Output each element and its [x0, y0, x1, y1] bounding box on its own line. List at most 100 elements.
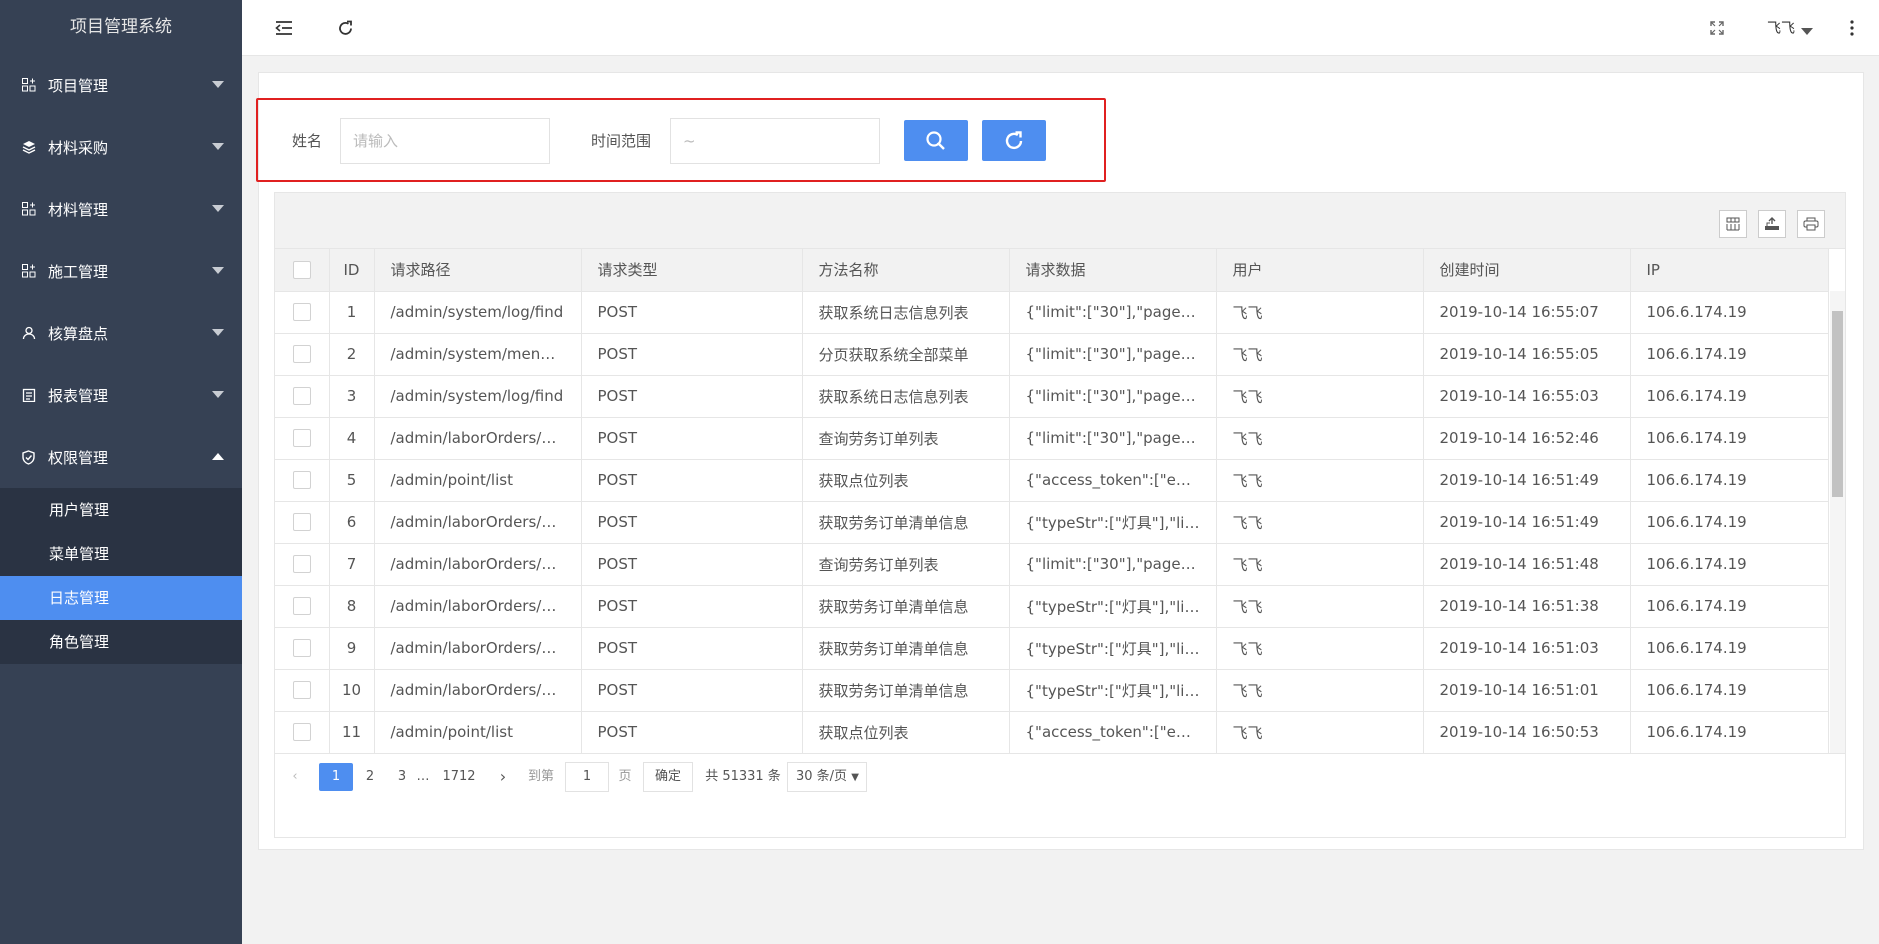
table-cell: 飞飞: [1216, 459, 1424, 502]
table-row[interactable]: 9/admin/laborOrders/fin… POST 获取劳务订单清单信息 {"…: [275, 627, 1829, 670]
menu-material-management[interactable]: 材料管理: [0, 178, 242, 240]
table-cell: 飞飞: [1216, 333, 1424, 376]
table-cell: {"limit":["30"],"page":["1"]}: [1009, 333, 1217, 376]
vertical-scrollbar[interactable]: [1830, 291, 1845, 753]
table-cell: 查询劳务订单列表: [802, 543, 1010, 586]
sidebar-item-menu-management[interactable]: 菜单管理: [0, 532, 242, 576]
row-checkbox[interactable]: [292, 681, 311, 700]
goto-label: 到第: [527, 769, 554, 784]
table-cell: /admin/laborOrders/fin…: [374, 585, 582, 628]
table-row[interactable]: 2/admin/system/menu/g… POST 分页获取系统全部菜单 {"li…: [275, 333, 1829, 376]
table-cell: 2019-10-14 16:51:01: [1423, 669, 1631, 712]
menu-project-management[interactable]: 项目管理: [0, 54, 242, 116]
menu-report-management[interactable]: 报表管理: [0, 364, 242, 426]
more-vertical-icon[interactable]: [1840, 16, 1864, 40]
row-checkbox[interactable]: [292, 639, 311, 658]
reset-button[interactable]: [982, 120, 1046, 161]
row-select-cell: [275, 291, 330, 334]
table-header-row: ID 请求路径 请求类型 方法名称 请求数据 用户 创建时间 IP: [275, 249, 1829, 292]
row-checkbox[interactable]: [292, 387, 311, 406]
row-select-cell: [275, 585, 330, 628]
column-header[interactable]: 请求数据: [1009, 249, 1217, 292]
menu-label: 材料管理: [48, 200, 109, 219]
table-row[interactable]: 4/admin/laborOrders/fin… POST 查询劳务订单列表 {"li…: [275, 417, 1829, 460]
collapse-menu-icon[interactable]: [272, 16, 296, 40]
caret-down-icon[interactable]: [1801, 24, 1813, 40]
table-row[interactable]: 10/admin/laborOrders/fin… POST 获取劳务订单清单信息{…: [275, 669, 1829, 712]
page-size-value: 30 条/页: [796, 769, 848, 784]
table-body-scroll[interactable]: ID 请求路径 请求类型 方法名称 请求数据 用户 创建时间 IP 1/admi…: [275, 249, 1845, 753]
table-row[interactable]: 3/admin/system/log/find POST 获取系统日志信息列表 {"l…: [275, 375, 1829, 418]
column-header[interactable]: ID: [329, 249, 375, 292]
column-header[interactable]: IP: [1630, 249, 1829, 292]
menu-permission-management[interactable]: 权限管理: [0, 426, 242, 488]
column-header[interactable]: 请求路径: [374, 249, 582, 292]
export-button[interactable]: [1758, 210, 1786, 238]
menu-material-purchase[interactable]: 材料采购: [0, 116, 242, 178]
time-range-input[interactable]: ~: [670, 118, 880, 164]
page-3[interactable]: 3: [393, 763, 411, 791]
table-row[interactable]: 7/admin/laborOrders/fin… POST 查询劳务订单列表 {"li…: [275, 543, 1829, 586]
menu-accounting-inventory[interactable]: 核算盘点: [0, 302, 242, 364]
table-cell: 获取点位列表: [802, 711, 1010, 753]
export-icon: [1765, 217, 1779, 230]
sidebar-item-user-management[interactable]: 用户管理: [0, 488, 242, 532]
goto-page-input[interactable]: 1: [565, 762, 609, 792]
row-checkbox[interactable]: [292, 723, 311, 742]
column-header[interactable]: 用户: [1216, 249, 1424, 292]
page-2[interactable]: 2: [361, 763, 379, 791]
menu-label: 材料采购: [48, 138, 109, 157]
row-checkbox[interactable]: [292, 513, 311, 532]
row-checkbox[interactable]: [292, 471, 311, 490]
table-cell: 10: [329, 669, 375, 712]
table-cell: 飞飞: [1216, 501, 1424, 544]
table-row[interactable]: 5/admin/point/list POST 获取点位列表 {"access_tok…: [275, 459, 1829, 502]
page-last[interactable]: 1712: [439, 763, 479, 791]
table-row[interactable]: 8/admin/laborOrders/fin… POST 获取劳务订单清单信息 {"…: [275, 585, 1829, 628]
sidebar-item-role-management[interactable]: 角色管理: [0, 620, 242, 664]
table-row[interactable]: 11/admin/point/list POST 获取点位列表 {"access_to…: [275, 711, 1829, 753]
menu-label: 施工管理: [48, 262, 109, 281]
table-cell: 106.6.174.19: [1630, 711, 1829, 753]
sidebar-item-log-management[interactable]: 日志管理: [0, 576, 242, 620]
prev-page-icon[interactable]: ‹: [289, 763, 301, 791]
row-checkbox[interactable]: [292, 303, 311, 322]
row-checkbox[interactable]: [292, 597, 311, 616]
table-row[interactable]: 6/admin/laborOrders/fin… POST 获取劳务订单清单信息 {"…: [275, 501, 1829, 544]
table-row[interactable]: 1/admin/system/log/find POST 获取系统日志信息列表 {"l…: [275, 291, 1829, 334]
table-cell: POST: [581, 543, 803, 586]
table-cell: 飞飞: [1216, 417, 1424, 460]
fullscreen-icon[interactable]: [1705, 16, 1729, 40]
user-name[interactable]: 飞飞: [1767, 18, 1795, 38]
table-cell: 飞飞: [1216, 543, 1424, 586]
grid-plus-icon: [21, 202, 36, 217]
caret-down-icon: [212, 329, 224, 336]
select-all-checkbox[interactable]: [292, 261, 311, 279]
table-cell: 飞飞: [1216, 627, 1424, 670]
row-checkbox[interactable]: [292, 429, 311, 448]
print-button[interactable]: [1797, 210, 1825, 238]
table-cell: {"access_token":["ea5…: [1009, 459, 1217, 502]
table-cell: /admin/point/list: [374, 711, 582, 753]
column-header[interactable]: 请求类型: [581, 249, 803, 292]
permission-submenu: 用户管理 菜单管理 日志管理 角色管理: [0, 488, 242, 664]
row-checkbox[interactable]: [292, 555, 311, 574]
column-header[interactable]: 方法名称: [802, 249, 1010, 292]
next-page-icon[interactable]: ›: [497, 763, 509, 791]
table-cell: /admin/laborOrders/fin…: [374, 543, 582, 586]
table-cell: 2019-10-14 16:50:53: [1423, 711, 1631, 753]
sidebar: 项目管理系统 项目管理 材料采购 材料管理 施工管理 核算盘点 报表管理 权限管…: [0, 0, 242, 944]
page-size-select[interactable]: 30 条/页 ▼: [787, 762, 867, 792]
menu-construction-management[interactable]: 施工管理: [0, 240, 242, 302]
column-filter-button[interactable]: [1719, 210, 1747, 238]
page-1[interactable]: 1: [319, 763, 353, 791]
goto-confirm-button[interactable]: 确定: [643, 762, 693, 792]
scrollbar-thumb[interactable]: [1832, 311, 1843, 497]
column-header[interactable]: 创建时间: [1423, 249, 1631, 292]
name-input[interactable]: 请输入: [340, 118, 550, 164]
caret-down-icon: ▼: [851, 772, 859, 783]
row-checkbox[interactable]: [292, 345, 311, 364]
table-cell: /admin/system/menu/g…: [374, 333, 582, 376]
search-button[interactable]: [904, 120, 968, 161]
refresh-icon[interactable]: [333, 16, 357, 40]
